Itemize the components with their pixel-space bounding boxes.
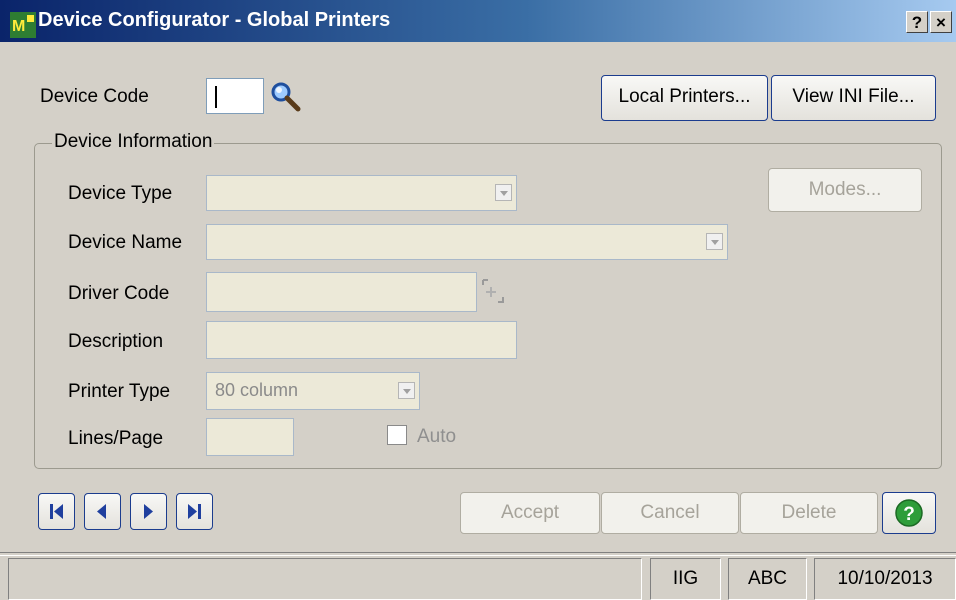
auto-label: Auto — [417, 426, 457, 447]
help-button[interactable]: ? — [882, 492, 936, 534]
next-record-icon — [144, 504, 153, 519]
driver-code-input[interactable] — [206, 272, 477, 312]
description-input[interactable] — [206, 321, 517, 359]
lines-page-input[interactable] — [206, 418, 294, 456]
driver-code-label: Driver Code — [68, 283, 170, 304]
text-caret — [215, 86, 217, 108]
cancel-button[interactable]: Cancel — [601, 492, 739, 534]
title-bar: M Device Configurator - Global Printers … — [0, 0, 956, 42]
last-record-icon — [188, 504, 201, 519]
driver-lookup-icon[interactable] — [480, 276, 506, 306]
svg-text:?: ? — [903, 504, 915, 525]
first-record-button[interactable] — [38, 493, 75, 530]
chevron-down-icon[interactable] — [495, 184, 512, 201]
magnifier-icon[interactable] — [268, 80, 304, 114]
modes-button[interactable]: Modes... — [768, 168, 922, 212]
status-date: 10/10/2013 — [814, 558, 956, 600]
chevron-down-icon[interactable] — [398, 382, 415, 399]
local-printers-button[interactable]: Local Printers... — [601, 75, 768, 121]
description-label: Description — [68, 331, 164, 352]
device-information-title: Device Information — [52, 131, 215, 153]
accept-button[interactable]: Accept — [460, 492, 600, 534]
view-ini-file-button[interactable]: View INI File... — [771, 75, 936, 121]
status-separator — [0, 552, 956, 556]
previous-record-icon — [97, 504, 106, 519]
status-company: ABC — [728, 558, 807, 600]
delete-button[interactable]: Delete — [740, 492, 878, 534]
last-record-button[interactable] — [176, 493, 213, 530]
close-button[interactable]: × — [930, 11, 952, 33]
status-message — [8, 558, 642, 600]
first-record-icon — [50, 504, 63, 519]
device-type-label: Device Type — [68, 183, 173, 204]
window-title: Device Configurator - Global Printers — [38, 9, 391, 31]
printer-type-label: Printer Type — [68, 381, 171, 402]
help-icon: ? — [895, 499, 923, 527]
device-name-select[interactable] — [206, 224, 728, 260]
device-code-label: Device Code — [40, 86, 149, 107]
status-user: IIG — [650, 558, 721, 600]
device-type-select[interactable] — [206, 175, 517, 211]
device-code-input[interactable] — [206, 78, 264, 114]
help-title-button[interactable]: ? — [906, 11, 928, 33]
printer-type-select[interactable]: 80 column — [206, 372, 420, 410]
previous-record-button[interactable] — [84, 493, 121, 530]
app-logo-icon: M — [10, 12, 36, 38]
next-record-button[interactable] — [130, 493, 167, 530]
auto-checkbox[interactable] — [387, 425, 407, 445]
lines-page-label: Lines/Page — [68, 428, 164, 449]
device-name-label: Device Name — [68, 232, 183, 253]
chevron-down-icon[interactable] — [706, 233, 723, 250]
svg-text:M: M — [12, 18, 25, 35]
